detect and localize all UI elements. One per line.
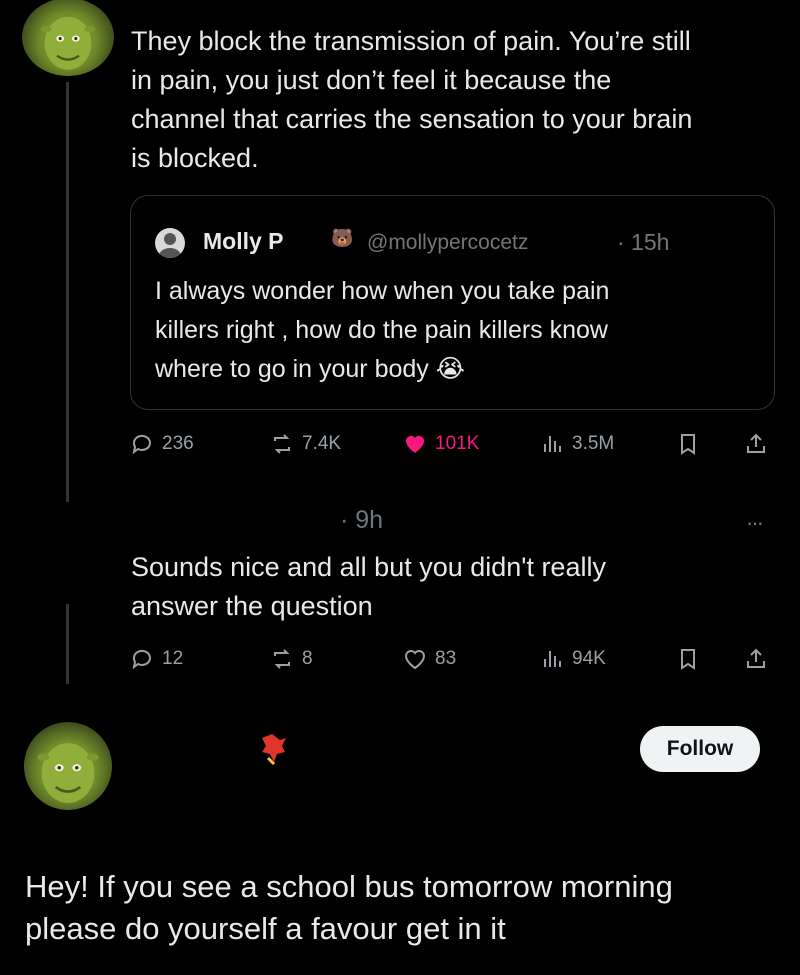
views-button[interactable]: 94K bbox=[540, 647, 606, 671]
like-button[interactable]: 83 bbox=[403, 647, 456, 671]
share-icon bbox=[747, 648, 765, 668]
heart-outline-icon bbox=[404, 650, 426, 670]
shrek-avatar-icon bbox=[40, 16, 96, 70]
reply-button[interactable]: 12 bbox=[130, 647, 183, 671]
views-icon bbox=[544, 436, 561, 452]
tweet-text-line: Sounds nice and all but you didn't reall… bbox=[131, 552, 606, 582]
tweet-body: They block the transmission of pain. You… bbox=[131, 22, 791, 178]
bookmark-icon bbox=[681, 649, 695, 670]
avatar[interactable] bbox=[24, 722, 112, 810]
shrek-avatar-icon bbox=[37, 743, 99, 803]
bookmark-icon bbox=[681, 434, 695, 455]
crying-emoji-icon: 😭 bbox=[435, 355, 465, 383]
tweet-body: Sounds nice and all but you didn't reall… bbox=[131, 548, 791, 626]
thread-line bbox=[66, 604, 69, 684]
tweet-time: 14h bbox=[428, 0, 468, 6]
avatar[interactable] bbox=[22, 0, 114, 76]
quoted-tweet[interactable]: Molly P 🐻 @mollypercocetz · 15h I always… bbox=[130, 195, 775, 410]
quote-author: Molly P bbox=[203, 228, 284, 254]
repost-icon bbox=[274, 434, 290, 454]
views-count: 94K bbox=[572, 648, 606, 669]
reply-icon bbox=[132, 649, 151, 670]
share-icon bbox=[747, 433, 765, 453]
repost-count: 8 bbox=[302, 648, 313, 669]
views-icon bbox=[544, 651, 561, 667]
tweet-text-line: in pain, you just don’t feel it because … bbox=[131, 65, 612, 95]
share-button[interactable] bbox=[744, 432, 768, 456]
thread-line bbox=[66, 82, 69, 502]
views-button[interactable]: 3.5M bbox=[540, 432, 614, 456]
reply-count: 236 bbox=[162, 433, 194, 454]
share-button[interactable] bbox=[744, 647, 768, 671]
like-count: 101K bbox=[435, 433, 480, 454]
tweet-text-line: answer the question bbox=[131, 591, 373, 621]
more-options-icon[interactable]: ··· bbox=[746, 510, 764, 536]
bookmark-button[interactable] bbox=[676, 432, 700, 456]
quote-time: · 15h bbox=[617, 229, 670, 255]
quote-text-line: killers right , how do the pain killers … bbox=[155, 316, 608, 344]
quote-text-line: where to go in your body bbox=[155, 355, 429, 383]
reply-count: 12 bbox=[162, 648, 184, 669]
quote-handle: @mollypercocetz bbox=[367, 231, 529, 254]
bear-emoji-icon: 🐻 bbox=[331, 228, 354, 248]
reply-icon bbox=[132, 434, 151, 455]
repost-button[interactable]: 7.4K bbox=[270, 432, 341, 456]
tweet-text-line: channel that carries the sensation to yo… bbox=[131, 104, 693, 134]
quote-body: I always wonder how when you take pain k… bbox=[155, 272, 765, 389]
repost-count: 7.4K bbox=[302, 433, 342, 454]
reply-button[interactable]: 236 bbox=[130, 432, 194, 456]
tweet-text-line: please do yourself a favour get in it bbox=[25, 911, 506, 946]
repost-icon bbox=[274, 649, 290, 669]
flag-emoji-icon bbox=[258, 732, 288, 766]
follow-button[interactable]: Follow bbox=[640, 726, 760, 772]
person-avatar-icon bbox=[159, 233, 181, 258]
views-count: 3.5M bbox=[572, 433, 615, 454]
tweet-time: · 9h bbox=[340, 506, 384, 534]
repost-button[interactable]: 8 bbox=[270, 647, 313, 671]
tweet-text-line: is blocked. bbox=[131, 143, 259, 173]
tweet-text-line: Hey! If you see a school bus tomorrow mo… bbox=[25, 869, 673, 904]
tweet-text-line: They block the transmission of pain. You… bbox=[131, 26, 691, 56]
heart-filled-icon bbox=[406, 436, 424, 453]
tweet-body: Hey! If you see a school bus tomorrow mo… bbox=[25, 866, 785, 950]
quote-avatar bbox=[155, 228, 185, 258]
like-count: 83 bbox=[435, 648, 457, 669]
like-button[interactable]: 101K bbox=[403, 432, 479, 456]
quote-text-line: I always wonder how when you take pain bbox=[155, 277, 610, 305]
bookmark-button[interactable] bbox=[676, 647, 700, 671]
